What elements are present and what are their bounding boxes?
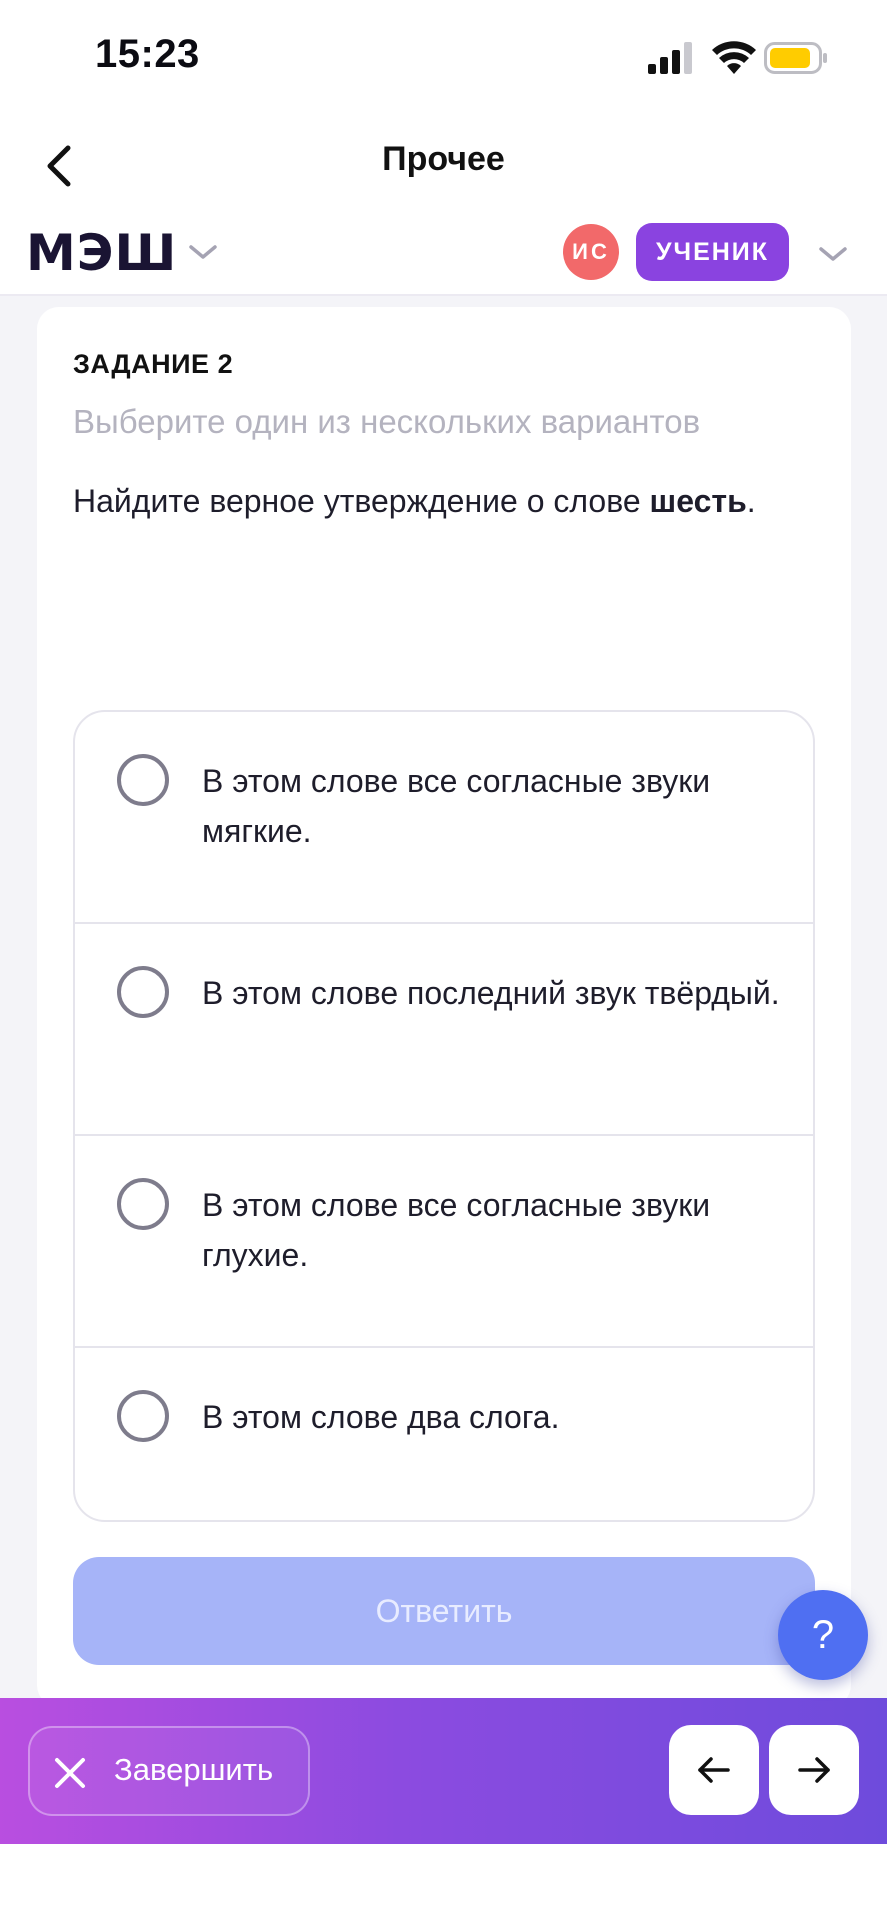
- nav-title: Прочее: [382, 140, 505, 178]
- task-hint: Выберите один из нескольких вариантов: [73, 403, 701, 440]
- status-bar: 15:23: [0, 0, 887, 120]
- chevron-down-icon[interactable]: [186, 240, 220, 264]
- account-chevron-down-icon[interactable]: [816, 242, 850, 266]
- navigation-bar: Прочее: [0, 120, 887, 216]
- option-label: В этом слове последний звук твёрдый.: [202, 975, 780, 1011]
- finish-label: Завершить: [114, 1752, 274, 1787]
- battery-icon: [764, 42, 827, 74]
- next-task-button[interactable]: [769, 1725, 859, 1815]
- wifi-icon: [712, 41, 756, 74]
- task-title: ЗАДАНИЕ 2: [73, 349, 234, 379]
- help-button[interactable]: ?: [778, 1590, 868, 1680]
- radio-button[interactable]: [117, 966, 169, 1018]
- radio-button[interactable]: [117, 1390, 169, 1442]
- radio-button[interactable]: [117, 754, 169, 806]
- home-indicator-area: [0, 1844, 887, 1920]
- radio-button[interactable]: [117, 1178, 169, 1230]
- arrow-left-icon: [698, 1757, 730, 1783]
- answer-button[interactable]: Ответить: [73, 1557, 815, 1665]
- app-header: МЭШ ИС УЧЕНИК: [0, 216, 887, 296]
- role-badge[interactable]: УЧЕНИК: [636, 223, 789, 281]
- bottom-action-bar: Завершить: [0, 1698, 887, 1844]
- question-keyword: шесть: [649, 483, 747, 519]
- question-prefix: Найдите верное утверждение о слове: [73, 483, 650, 519]
- question-suffix: .: [746, 483, 756, 519]
- arrow-right-icon: [798, 1757, 830, 1783]
- option-label: В этом слове два слога.: [202, 1399, 560, 1435]
- option-label: В этом слове все согласные звуки мягкие.: [202, 763, 711, 849]
- answer-option-4[interactable]: В этом слове два слога.: [75, 1348, 813, 1520]
- mesh-logo[interactable]: МЭШ: [26, 224, 177, 282]
- answer-options: В этом слове все согласные звуки мягкие.…: [73, 710, 815, 1522]
- option-label: В этом слове все согласные звуки глухие.: [202, 1187, 711, 1273]
- app-screen: 15:23 Прочее МЭШ ИС УЧЕНИК ЗАДАНИЕ 2 Выб…: [0, 0, 887, 1920]
- answer-option-3[interactable]: В этом слове все согласные звуки глухие.: [75, 1136, 813, 1348]
- finish-button[interactable]: Завершить: [28, 1726, 310, 1816]
- status-time: 15:23: [95, 32, 200, 76]
- cellular-signal-icon: [648, 42, 692, 74]
- close-icon: [55, 1758, 85, 1788]
- user-avatar[interactable]: ИС: [563, 224, 619, 280]
- previous-task-button[interactable]: [669, 1725, 759, 1815]
- answer-option-2[interactable]: В этом слове последний звук твёрдый.: [75, 924, 813, 1136]
- task-question: Найдите верное утверждение о слове шесть…: [73, 483, 756, 520]
- task-card: ЗАДАНИЕ 2 Выберите один из нескольких ва…: [37, 307, 851, 1707]
- answer-option-1[interactable]: В этом слове все согласные звуки мягкие.: [75, 712, 813, 924]
